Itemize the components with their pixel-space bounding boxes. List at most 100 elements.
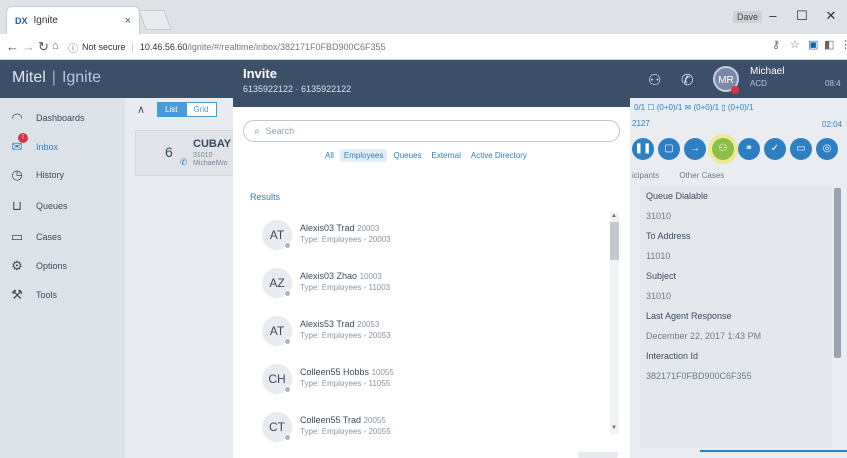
sidebar-item-tools[interactable]: ⚒ Tools xyxy=(8,285,57,305)
grid-view-button[interactable]: Grid xyxy=(185,102,217,117)
key-icon[interactable]: ⚷ xyxy=(772,38,780,51)
pause-icon[interactable]: ❚❚ xyxy=(632,138,654,160)
scroll-down-icon[interactable]: ▼ xyxy=(611,425,617,431)
result-item[interactable]: AT Alexis53 Trad 20053 Type: Employees -… xyxy=(262,316,592,348)
help-icon[interactable]: ◎ xyxy=(816,138,838,160)
maximize-icon[interactable]: ☐ xyxy=(789,6,815,26)
detail-label: Queue Dialable xyxy=(646,191,709,201)
result-name: Alexis53 Trad xyxy=(300,319,355,329)
result-ext: 10055 xyxy=(371,368,394,377)
hold-icon[interactable]: ▢ xyxy=(658,138,680,160)
result-item[interactable]: CT Colleen55 Trad 20055 Type: Employees … xyxy=(262,412,592,444)
brand-product: Ignite xyxy=(61,69,102,86)
result-item[interactable]: AZ Alexis03 Zhao 10003 Type: Employees -… xyxy=(262,268,592,300)
dialog-title: Invite xyxy=(243,66,277,81)
filter-employees[interactable]: Employees xyxy=(339,149,388,162)
url-host: 10.46.56.60 xyxy=(139,42,188,52)
history-icon: ◷ xyxy=(11,167,23,182)
extension-2-icon[interactable]: ◧ xyxy=(824,38,834,51)
reload-icon[interactable]: ↻ xyxy=(38,39,49,55)
tab-participants[interactable]: icipants xyxy=(632,171,659,180)
result-name: Alexis03 Zhao xyxy=(300,271,358,281)
home-icon[interactable]: ⌂ xyxy=(52,40,59,52)
result-name-line: Alexis53 Trad 20053 xyxy=(300,319,379,329)
conversation-card[interactable] xyxy=(135,130,235,176)
forward-icon[interactable]: → xyxy=(22,39,35,54)
sidebar-item-history[interactable]: ◷ History xyxy=(8,165,64,185)
note-icon[interactable]: ▭ xyxy=(790,138,812,160)
contacts-icon[interactable]: ⚇ xyxy=(648,71,661,89)
url-field[interactable]: ⓘ Not secure | 10.46.56.60 /ignite/#/rea… xyxy=(68,38,788,56)
result-name: Alexis03 Trad xyxy=(300,223,355,233)
brand-divider: | xyxy=(51,69,56,86)
result-name-line: Colleen55 Hobbs 10055 xyxy=(300,367,394,377)
security-label: Not secure xyxy=(82,42,126,52)
sidebar-item-dashboards[interactable]: ◠ Dashboards xyxy=(8,108,84,128)
filter-external[interactable]: External xyxy=(428,149,465,162)
user-role: ACD xyxy=(750,79,767,88)
result-item[interactable]: AT Alexis03 Trad 20003 Type: Employees -… xyxy=(262,220,592,252)
extension-icon[interactable]: ▣ xyxy=(808,38,818,51)
result-name-line: Colleen55 Trad 20055 xyxy=(300,415,386,425)
conference-icon[interactable]: ⚭ xyxy=(738,138,760,160)
detail-label: Last Agent Response xyxy=(646,311,732,321)
new-tab-button[interactable] xyxy=(138,10,172,30)
back-icon[interactable]: ← xyxy=(6,39,19,54)
result-name: Colleen55 Hobbs xyxy=(300,367,370,377)
panel-scrollbar[interactable] xyxy=(834,188,841,358)
search-input[interactable]: ⌕ Search xyxy=(243,120,620,142)
mitel-favicon-icon: DX xyxy=(15,15,28,26)
conversation-line1: 31010 xyxy=(193,152,213,159)
transfer-icon[interactable]: → xyxy=(684,138,706,160)
filter-tabs: All Employees Queues External Active Dir… xyxy=(321,149,533,162)
cases-icon: ▭ xyxy=(10,229,24,244)
filter-queues[interactable]: Queues xyxy=(389,149,425,162)
dashboard-icon: ◠ xyxy=(11,110,23,125)
detail-value: December 22, 2017 1:43 PM xyxy=(646,331,762,341)
detail-value: 11010 xyxy=(646,251,671,261)
detail-value: 382171F0FBD900C6F355 xyxy=(646,371,752,381)
window-close-icon[interactable]: ✕ xyxy=(818,6,844,26)
wrench-icon: ⚒ xyxy=(11,287,23,302)
sidebar-item-inbox[interactable]: ✉ Inbox xyxy=(8,137,58,157)
result-type: Type: Employees - 20055 xyxy=(300,427,391,436)
browser-tab[interactable]: DX Ignite × xyxy=(6,6,140,34)
menu-dots-icon[interactable]: ⋮ xyxy=(840,38,847,51)
panel-bottom-bar xyxy=(700,450,847,452)
brand-logo[interactable]: Mitel | Ignite xyxy=(12,69,101,87)
conversation-name: CUBAY xyxy=(193,138,232,150)
screen: DX Ignite × Dave – ☐ ✕ ← → ↻ ⌂ ⓘ Not sec… xyxy=(0,0,847,458)
result-name-line: Alexis03 Trad 20003 xyxy=(300,223,379,233)
result-type: Type: Employees - 20053 xyxy=(300,331,391,340)
invite-icon[interactable]: ⚇ xyxy=(712,138,734,160)
sidebar-item-queues[interactable]: ⊔ Queues xyxy=(8,196,68,216)
tab-close-icon[interactable]: × xyxy=(125,15,131,27)
minimize-icon[interactable]: – xyxy=(760,6,786,26)
star-icon[interactable]: ☆ xyxy=(790,38,800,51)
results-heading: Results xyxy=(250,192,281,202)
queue-counters: 0/1 ☐ (0+0)/1 ✉ (0+0)/1 ▯ (0+0)/1 xyxy=(634,103,754,112)
phone-call-icon[interactable]: ✆ xyxy=(681,71,694,89)
result-item[interactable]: CH Colleen55 Hobbs 10055 Type: Employees… xyxy=(262,364,592,396)
filter-active-directory[interactable]: Active Directory xyxy=(467,149,531,162)
info-icon[interactable]: ⓘ xyxy=(68,40,78,55)
detail-value: 31010 xyxy=(646,291,672,301)
scroll-up-icon[interactable]: ▲ xyxy=(611,213,617,219)
result-ext: 20003 xyxy=(357,224,380,233)
detail-label: To Address xyxy=(646,231,691,241)
collapse-icon[interactable]: ∧ xyxy=(137,103,145,116)
results-scroll-thumb[interactable] xyxy=(610,222,619,260)
dialog-button[interactable] xyxy=(578,452,618,458)
tab-other-cases[interactable]: Other Cases xyxy=(679,171,724,180)
sidebar-item-options[interactable]: ⚙ Options xyxy=(8,256,67,276)
detail-value: 31010 xyxy=(646,211,672,221)
result-name: Colleen55 Trad xyxy=(300,415,362,425)
wrapup-icon[interactable]: ✓ xyxy=(764,138,786,160)
list-view-button[interactable]: List xyxy=(157,102,186,117)
result-ext: 20053 xyxy=(357,320,380,329)
view-toggle: ∧ List Grid xyxy=(137,102,217,117)
browser-profile-chip[interactable]: Dave xyxy=(733,11,763,23)
sidebar-item-cases[interactable]: ▭ Cases xyxy=(8,227,62,247)
filter-all[interactable]: All xyxy=(321,149,338,162)
interaction-short-id: 2127 xyxy=(632,119,650,128)
